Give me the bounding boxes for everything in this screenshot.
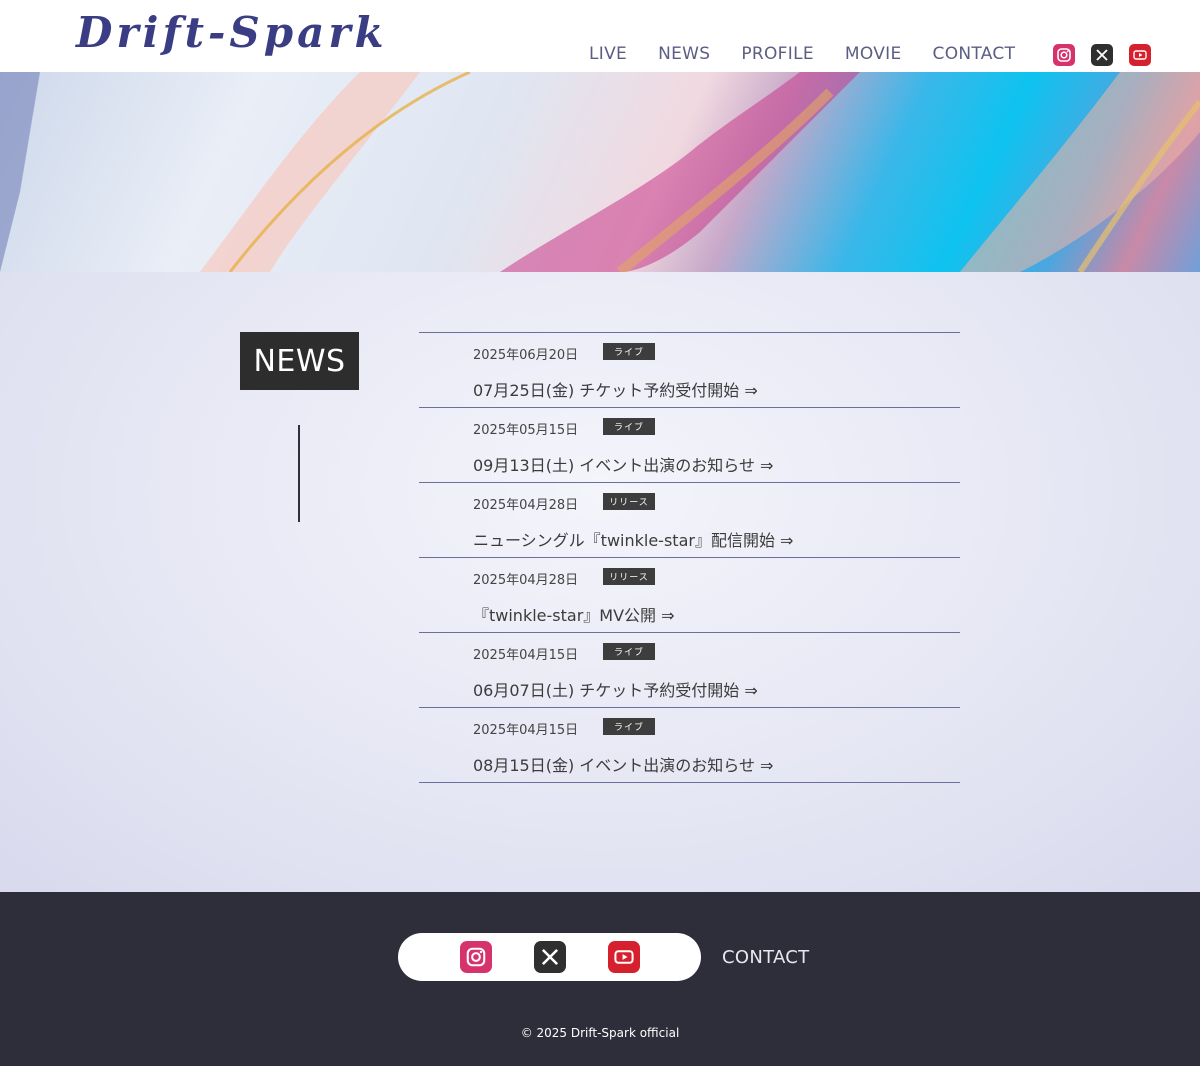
news-item[interactable]: 2025年04月28日 リリース 『twinkle-star』MV公開 ⇒ xyxy=(419,558,960,633)
news-date: 2025年04月28日 xyxy=(473,498,579,513)
news-item[interactable]: 2025年04月15日 ライブ 08月15日(金) イベント出演のお知らせ ⇒ xyxy=(419,708,960,783)
news-tag: リリース xyxy=(603,568,655,585)
news-date: 2025年04月15日 xyxy=(473,648,579,663)
news-tag: ライブ xyxy=(603,343,655,360)
news-item[interactable]: 2025年04月28日 リリース ニューシングル『twinkle-star』配信… xyxy=(419,483,960,558)
news-title-link[interactable]: 『twinkle-star』MV公開 ⇒ xyxy=(473,602,675,626)
nav-item-contact[interactable]: CONTACT xyxy=(933,44,1016,64)
news-title-link[interactable]: 07月25日(金) チケット予約受付開始 ⇒ xyxy=(473,377,758,401)
youtube-icon[interactable] xyxy=(1129,44,1151,66)
news-date: 2025年04月15日 xyxy=(473,723,579,738)
main-nav: LIVE NEWS PROFILE MOVIE CONTACT xyxy=(589,44,1046,64)
news-date: 2025年04月28日 xyxy=(473,573,579,588)
hero-banner xyxy=(0,72,1200,272)
header-social-icons xyxy=(1053,44,1151,66)
site-footer: CONTACT © 2025 Drift-Spark official xyxy=(0,892,1200,1066)
footer-social-bar xyxy=(398,933,701,981)
copyright-text: © 2025 Drift-Spark official xyxy=(520,1026,680,1040)
footer-contact-link[interactable]: CONTACT xyxy=(722,947,809,968)
nav-item-movie[interactable]: MOVIE xyxy=(845,44,902,64)
site-header: Drift-Spark LIVE NEWS PROFILE MOVIE CONT… xyxy=(0,0,1200,72)
news-tag: ライブ xyxy=(603,718,655,735)
x-icon[interactable] xyxy=(1091,44,1113,66)
news-heading: NEWS xyxy=(240,332,359,390)
news-title-link[interactable]: 08月15日(金) イベント出演のお知らせ ⇒ xyxy=(473,752,773,776)
site-logo[interactable]: Drift-Spark xyxy=(76,8,388,57)
news-item[interactable]: 2025年05月15日 ライブ 09月13日(土) イベント出演のお知らせ ⇒ xyxy=(419,408,960,483)
news-date: 2025年06月20日 xyxy=(473,348,579,363)
news-title-link[interactable]: 09月13日(土) イベント出演のお知らせ ⇒ xyxy=(473,452,773,476)
decorative-divider xyxy=(298,425,300,522)
hero-artwork xyxy=(0,72,1200,272)
youtube-icon[interactable] xyxy=(608,941,640,973)
news-item[interactable]: 2025年06月20日 ライブ 07月25日(金) チケット予約受付開始 ⇒ xyxy=(419,333,960,408)
news-item[interactable]: 2025年04月15日 ライブ 06月07日(土) チケット予約受付開始 ⇒ xyxy=(419,633,960,708)
news-section: NEWS 2025年06月20日 ライブ 07月25日(金) チケット予約受付開… xyxy=(0,272,1200,892)
nav-item-profile[interactable]: PROFILE xyxy=(741,44,814,64)
instagram-icon[interactable] xyxy=(1053,44,1075,66)
nav-item-news[interactable]: NEWS xyxy=(658,44,710,64)
instagram-icon[interactable] xyxy=(460,941,492,973)
news-tag: ライブ xyxy=(603,643,655,660)
news-list: 2025年06月20日 ライブ 07月25日(金) チケット予約受付開始 ⇒ 2… xyxy=(419,332,960,783)
news-tag: ライブ xyxy=(603,418,655,435)
news-title-link[interactable]: ニューシングル『twinkle-star』配信開始 ⇒ xyxy=(473,527,793,551)
nav-item-live[interactable]: LIVE xyxy=(589,44,627,64)
news-tag: リリース xyxy=(603,493,655,510)
news-title-link[interactable]: 06月07日(土) チケット予約受付開始 ⇒ xyxy=(473,677,758,701)
news-date: 2025年05月15日 xyxy=(473,423,579,438)
x-icon[interactable] xyxy=(534,941,566,973)
